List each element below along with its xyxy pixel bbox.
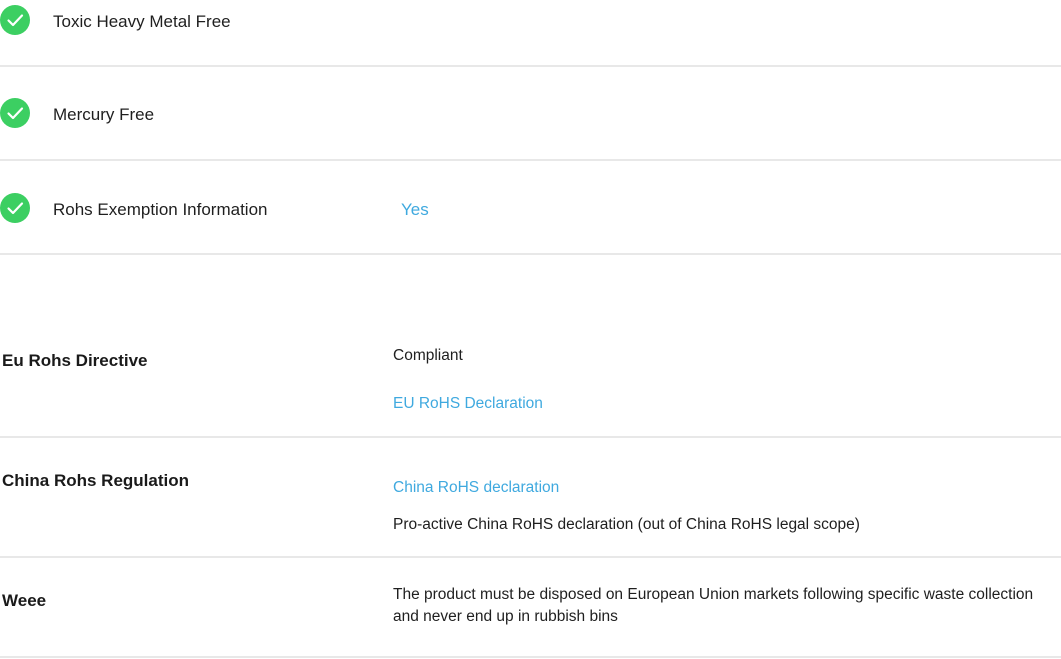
feature-label: Mercury Free bbox=[53, 105, 155, 124]
divider bbox=[0, 436, 1061, 438]
feature-label: Rohs Exemption Information bbox=[53, 200, 268, 219]
weee-text: The product must be disposed on European… bbox=[393, 586, 1034, 625]
eu-rohs-declaration-link[interactable]: EU RoHS Declaration bbox=[393, 393, 543, 415]
divider bbox=[0, 253, 1061, 255]
eu-rohs-label: Eu Rohs Directive bbox=[2, 351, 148, 370]
china-rohs-note: Pro-active China RoHS declaration (out o… bbox=[393, 516, 860, 533]
china-rohs-declaration-link[interactable]: China RoHS declaration bbox=[393, 477, 559, 499]
china-rohs-label: China Rohs Regulation bbox=[2, 471, 189, 490]
divider bbox=[0, 556, 1061, 558]
feature-row-rohs-exemption: Rohs Exemption Information Yes bbox=[0, 193, 1061, 223]
feature-label: Toxic Heavy Metal Free bbox=[53, 12, 231, 31]
divider bbox=[0, 159, 1061, 161]
check-circle-icon bbox=[0, 5, 30, 35]
feature-row-toxic-heavy-metal: Toxic Heavy Metal Free bbox=[0, 5, 1061, 35]
weee-label: Weee bbox=[2, 591, 47, 610]
feature-row-mercury-free: Mercury Free bbox=[0, 98, 1061, 128]
divider bbox=[0, 656, 1061, 658]
divider bbox=[0, 65, 1061, 67]
eu-rohs-status: Compliant bbox=[393, 347, 463, 364]
check-circle-icon bbox=[0, 98, 30, 128]
check-circle-icon bbox=[0, 193, 30, 223]
rohs-exemption-yes-link[interactable]: Yes bbox=[401, 199, 429, 221]
